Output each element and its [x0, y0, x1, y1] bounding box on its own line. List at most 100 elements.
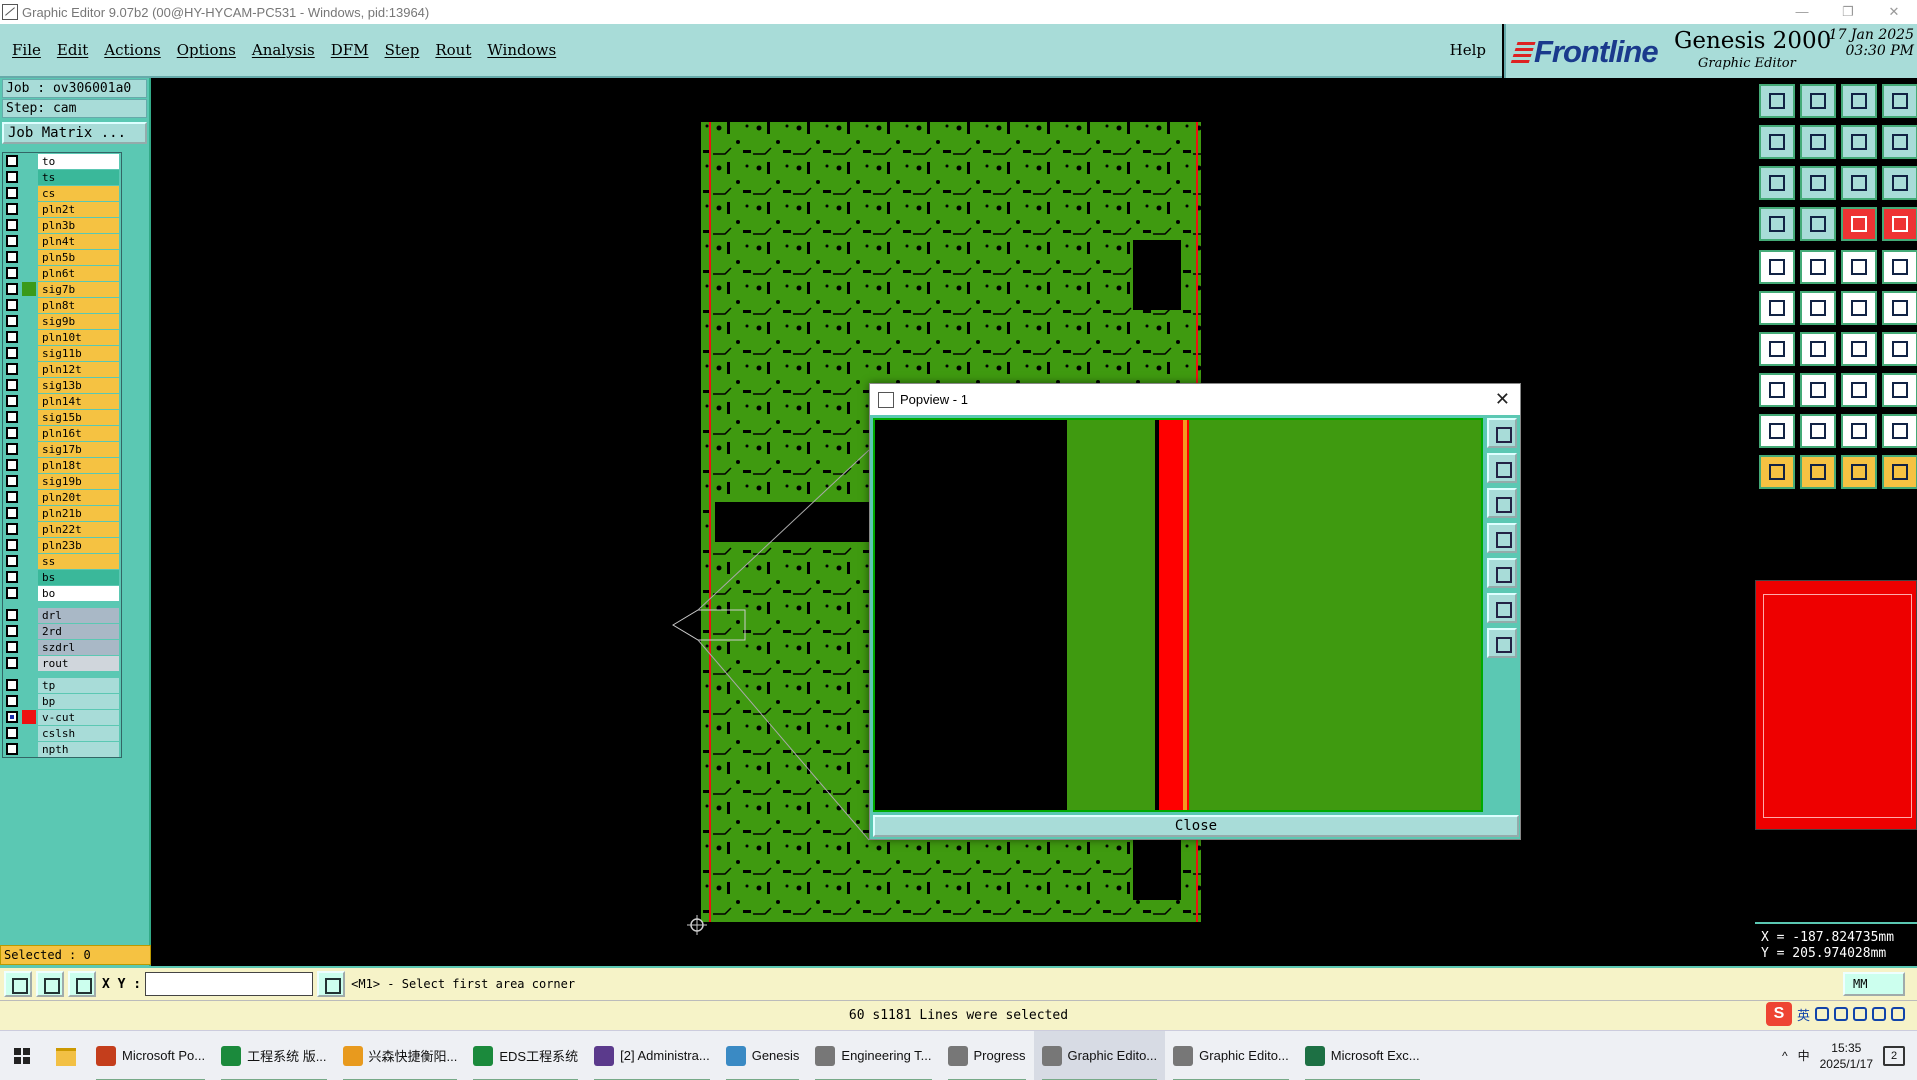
- center-button[interactable]: [1800, 166, 1836, 200]
- layer-affected-indicator[interactable]: [22, 154, 36, 168]
- layer-affected-indicator[interactable]: [22, 656, 36, 670]
- layer-name[interactable]: pln20t: [38, 489, 119, 505]
- layer-checkbox[interactable]: [6, 283, 18, 295]
- layer-name[interactable]: pln18t: [38, 457, 119, 473]
- layer-name[interactable]: pln21b: [38, 505, 119, 521]
- layer-row-2rd[interactable]: 2rd: [3, 623, 121, 639]
- triangle-d-button[interactable]: [1882, 414, 1917, 448]
- node-button[interactable]: [1841, 291, 1877, 325]
- layer-checkbox[interactable]: [6, 155, 18, 167]
- layer-checkbox[interactable]: [6, 235, 18, 247]
- layer-row-pln6t[interactable]: pln6t: [3, 265, 121, 281]
- fit-button[interactable]: [1759, 166, 1795, 200]
- layer-affected-indicator[interactable]: [22, 506, 36, 520]
- layer-row-sig13b[interactable]: sig13b: [3, 377, 121, 393]
- triangle-b-button[interactable]: [1800, 414, 1836, 448]
- layer-checkbox[interactable]: [6, 187, 18, 199]
- layer-affected-indicator[interactable]: [22, 218, 36, 232]
- layer-row-pln2t[interactable]: pln2t: [3, 201, 121, 217]
- layer-row-bp[interactable]: bp: [3, 693, 121, 709]
- open-step-button[interactable]: [1759, 84, 1795, 118]
- angle-button[interactable]: [1759, 332, 1795, 366]
- menu-options[interactable]: Options: [177, 41, 236, 59]
- layer-name[interactable]: bs: [38, 569, 119, 585]
- layer-checkbox[interactable]: [6, 219, 18, 231]
- taskbar-item[interactable]: Genesis: [718, 1031, 808, 1080]
- layer-name[interactable]: sig9b: [38, 313, 119, 329]
- layer-row-tp[interactable]: tp: [3, 677, 121, 693]
- layer-name[interactable]: pln5b: [38, 249, 119, 265]
- layer-checkbox[interactable]: [6, 555, 18, 567]
- resize-button[interactable]: [1841, 373, 1877, 407]
- taskbar-item[interactable]: Progress: [940, 1031, 1034, 1080]
- popview-canvas[interactable]: [873, 418, 1483, 812]
- grid-button[interactable]: [68, 971, 96, 997]
- layer-checkbox[interactable]: [6, 657, 18, 669]
- layer-name[interactable]: to: [38, 153, 119, 169]
- cross-button[interactable]: [1800, 291, 1836, 325]
- minimize-button[interactable]: —: [1779, 4, 1825, 20]
- layer-name[interactable]: npth: [38, 741, 119, 757]
- layer-row-pln5b[interactable]: pln5b: [3, 249, 121, 265]
- layer-affected-indicator[interactable]: [22, 538, 36, 552]
- layer-name[interactable]: pln3b: [38, 217, 119, 233]
- taskbar-item[interactable]: Graphic Edito...: [1165, 1031, 1297, 1080]
- layer-affected-indicator[interactable]: [22, 202, 36, 216]
- layer-row-pln22t[interactable]: pln22t: [3, 521, 121, 537]
- layer-row-rout[interactable]: rout: [3, 655, 121, 671]
- layer-affected-indicator[interactable]: [22, 362, 36, 376]
- layer-row-pln14t[interactable]: pln14t: [3, 393, 121, 409]
- layer-row-sig15b[interactable]: sig15b: [3, 409, 121, 425]
- taskbar-item[interactable]: Graphic Edito...: [1033, 1030, 1166, 1080]
- popview-zoom-in-button[interactable]: [1487, 593, 1517, 623]
- layer-name[interactable]: szdrl: [38, 639, 119, 655]
- layer-row-bs[interactable]: bs: [3, 569, 121, 585]
- layer-name[interactable]: pln10t: [38, 329, 119, 345]
- menu-windows[interactable]: Windows: [487, 41, 556, 59]
- measure-button[interactable]: [36, 971, 64, 997]
- layer-name[interactable]: pln8t: [38, 297, 119, 313]
- layer-name[interactable]: pln4t: [38, 233, 119, 249]
- layer-checkbox[interactable]: [6, 315, 18, 327]
- layer-checkbox[interactable]: [6, 411, 18, 423]
- layer-affected-indicator[interactable]: [22, 624, 36, 638]
- layer-affected-indicator[interactable]: [22, 298, 36, 312]
- tray-chevron-icon[interactable]: ^: [1782, 1049, 1788, 1063]
- layer-checkbox[interactable]: [6, 587, 18, 599]
- layer-row-pln8t[interactable]: pln8t: [3, 297, 121, 313]
- layer-checkbox[interactable]: [6, 267, 18, 279]
- layer-row-sig7b[interactable]: sig7b: [3, 281, 121, 297]
- popview-pan-up-button[interactable]: [1487, 453, 1517, 483]
- layer-affected-indicator[interactable]: [22, 570, 36, 584]
- layer-checkbox[interactable]: [6, 539, 18, 551]
- line-button[interactable]: [1800, 250, 1836, 284]
- split-button[interactable]: [1882, 125, 1917, 159]
- taskbar-item[interactable]: 工程系统 版...: [213, 1031, 334, 1080]
- minus-button[interactable]: [1800, 373, 1836, 407]
- layer-affected-indicator[interactable]: [22, 608, 36, 622]
- arc-button[interactable]: [1841, 332, 1877, 366]
- flip-button[interactable]: [1841, 125, 1877, 159]
- layer-name[interactable]: pln14t: [38, 393, 119, 409]
- popview-zoom-out-button[interactable]: [1487, 628, 1517, 658]
- taskbar-item[interactable]: Engineering T...: [807, 1031, 939, 1080]
- layer-affected-indicator[interactable]: [22, 458, 36, 472]
- layer-checkbox[interactable]: [6, 459, 18, 471]
- layer-name[interactable]: tp: [38, 677, 119, 693]
- layer-name[interactable]: sig19b: [38, 473, 119, 489]
- layer-affected-indicator[interactable]: [22, 640, 36, 654]
- popview-pan-right-button[interactable]: [1487, 558, 1517, 588]
- move-button[interactable]: [1759, 373, 1795, 407]
- layer-affected-indicator[interactable]: [22, 474, 36, 488]
- layer-name[interactable]: bo: [38, 585, 119, 601]
- layer-affected-indicator[interactable]: [22, 314, 36, 328]
- layer-name[interactable]: ts: [38, 169, 119, 185]
- layer-row-sig19b[interactable]: sig19b: [3, 473, 121, 489]
- taskbar-item[interactable]: [2] Administra...: [586, 1031, 718, 1080]
- layer-row-pln12t[interactable]: pln12t: [3, 361, 121, 377]
- layer-name[interactable]: sig13b: [38, 377, 119, 393]
- layer-checkbox[interactable]: [6, 363, 18, 375]
- layer-checkbox[interactable]: [6, 523, 18, 535]
- layer-row-sig11b[interactable]: sig11b: [3, 345, 121, 361]
- select-button[interactable]: [1759, 455, 1795, 489]
